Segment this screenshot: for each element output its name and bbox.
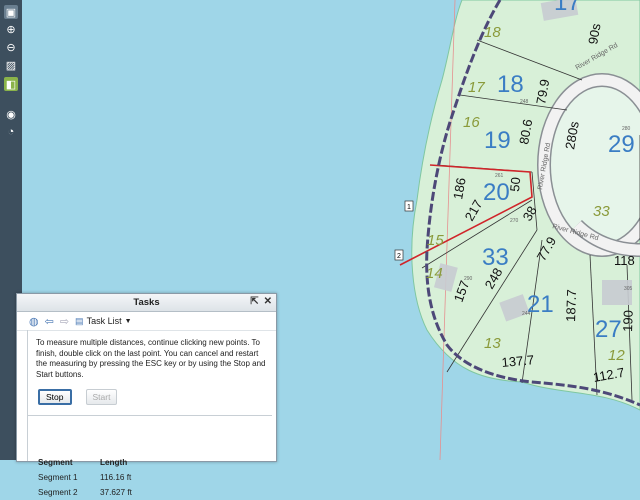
- lot-18: 18: [497, 71, 524, 98]
- lot-19: 19: [484, 127, 511, 154]
- parcel-id-5: 290: [464, 276, 473, 282]
- measure-icon[interactable]: ◔: [4, 125, 18, 139]
- collapse-icon[interactable]: ⇱: [250, 296, 258, 307]
- sublot-15: 15: [427, 232, 444, 249]
- sublot-13: 13: [484, 335, 501, 352]
- segment-name: Segment 2: [38, 488, 78, 497]
- measure-instructions: To measure multiple distances, continue …: [36, 338, 266, 379]
- lot-20: 20: [483, 179, 510, 206]
- parcel-id-6: 244: [522, 311, 531, 317]
- list-icon: ▤: [75, 315, 84, 326]
- zoom-in-icon[interactable]: ⊕: [4, 22, 18, 36]
- parcel-id-2: 261: [495, 173, 504, 179]
- table-header: Segment Length: [38, 455, 180, 470]
- tasks-title: Tasks: [133, 297, 160, 308]
- segment-length: 116.16 ft: [100, 473, 132, 482]
- globe-icon[interactable]: ◍: [29, 315, 39, 328]
- parcel-id-7: 305: [624, 286, 633, 292]
- tasks-panel: Tasks ⇱ ✕ ◍ ⇦ ⇨ ▤ Task List ▼ To measure…: [16, 293, 277, 497]
- parcel-id-1: 248: [520, 99, 529, 105]
- sublot-33: 33: [593, 203, 610, 220]
- forward-arrow-icon[interactable]: ⇨: [60, 315, 69, 328]
- tasks-body: To measure multiple distances, continue …: [27, 330, 272, 497]
- dim-187-7: 187.7: [563, 289, 579, 322]
- layers-icon[interactable]: ◉: [4, 107, 18, 121]
- dim-50: 50: [507, 177, 523, 193]
- header-segment: Segment: [38, 458, 73, 467]
- sublot-12: 12: [608, 347, 625, 364]
- dim-190: 190: [620, 310, 636, 332]
- stop-button[interactable]: Stop: [38, 389, 72, 405]
- segment-table: Segment Length Segment 1 116.16 ft Segme…: [38, 455, 180, 500]
- sublot-16: 16: [463, 114, 480, 131]
- dim-137-7: 137.7: [501, 352, 535, 370]
- full-extent-icon[interactable]: ▨: [4, 58, 18, 72]
- select-icon[interactable]: ▣: [4, 5, 18, 19]
- zoom-out-icon[interactable]: ⊖: [4, 40, 18, 54]
- header-length: Length: [100, 458, 128, 467]
- start-button[interactable]: Start: [85, 389, 118, 405]
- back-arrow-icon[interactable]: ⇦: [45, 315, 54, 328]
- tasks-nav: ◍ ⇦ ⇨ ▤ Task List ▼: [17, 312, 276, 331]
- parcel-id-4: 280: [622, 126, 631, 132]
- segment-name: Segment 1: [38, 473, 78, 482]
- close-icon[interactable]: ✕: [264, 296, 272, 307]
- tasks-header: Tasks ⇱ ✕: [17, 294, 276, 312]
- dim-118: 118: [614, 253, 635, 268]
- sublot-18: 18: [484, 24, 501, 41]
- parcel-id-3: 270: [510, 218, 519, 224]
- lot-29: 29: [608, 131, 635, 158]
- table-row: Segment 2 37.627 ft: [38, 485, 180, 500]
- task-list-label: Task List: [86, 316, 122, 326]
- task-list-button[interactable]: ▤ Task List ▼: [75, 316, 131, 327]
- point-label-2: 2: [397, 253, 401, 260]
- sublot-14: 14: [426, 265, 443, 282]
- table-row: Segment 1 116.16 ft: [38, 470, 180, 485]
- point-label-1: 1: [407, 204, 411, 211]
- lot-17: 17: [554, 0, 581, 16]
- divider: [28, 415, 272, 416]
- chevron-down-icon: ▼: [124, 317, 132, 325]
- lot-27: 27: [595, 316, 622, 343]
- lot-21: 21: [527, 291, 554, 318]
- segment-length: 37.627 ft: [100, 488, 132, 497]
- identify-icon[interactable]: ◧: [4, 77, 18, 91]
- sublot-17: 17: [468, 79, 485, 96]
